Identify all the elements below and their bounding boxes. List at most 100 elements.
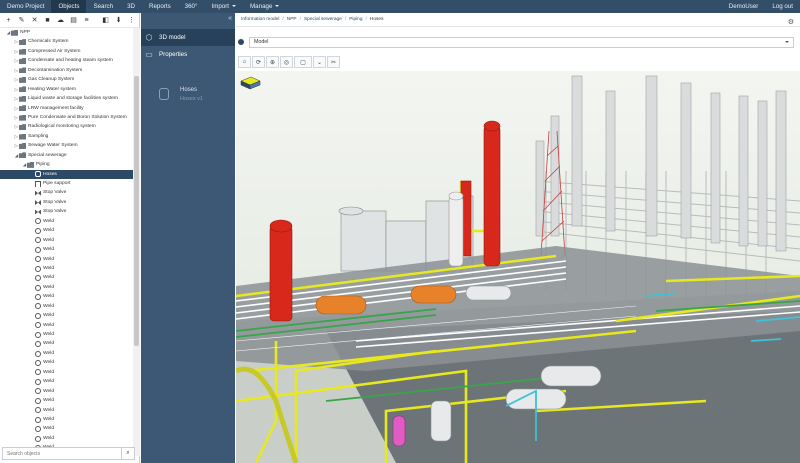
- orbit-icon[interactable]: ⟳: [252, 56, 265, 68]
- panel-icon[interactable]: ◧: [100, 15, 111, 26]
- nav-manage[interactable]: Manage: [243, 0, 286, 13]
- tree-row[interactable]: Weld: [0, 226, 133, 235]
- search-icon[interactable]: ⌕: [121, 448, 134, 459]
- breadcrumb-item[interactable]: NPP: [287, 17, 297, 22]
- tree-row[interactable]: ▷ Sewage Water System: [0, 141, 133, 150]
- tree-row[interactable]: Weld: [0, 245, 133, 254]
- more-icon[interactable]: ⋮: [126, 15, 137, 26]
- tree-row[interactable]: ▷ Gas Cleanup System: [0, 75, 133, 84]
- chevron-down-icon[interactable]: ⌄: [313, 56, 326, 68]
- tree-scrollbar[interactable]: [133, 28, 140, 456]
- tab-properties[interactable]: ▭ Properties: [141, 46, 235, 63]
- list-icon[interactable]: ≡: [81, 15, 92, 26]
- tree-row[interactable]: Weld: [0, 406, 133, 415]
- tree-row[interactable]: ▷ Liquid waste and storage facilities sys…: [0, 94, 133, 103]
- tab-3d-model[interactable]: ⬡ 3D model: [141, 29, 235, 46]
- document-icon[interactable]: ▤: [68, 15, 79, 26]
- lock-icon[interactable]: ■: [42, 15, 53, 26]
- tree-row[interactable]: ▷ Sampling: [0, 132, 133, 141]
- 3d-viewport[interactable]: [236, 71, 800, 463]
- tree-row[interactable]: Weld: [0, 283, 133, 292]
- tree-row-piping[interactable]: ◢ Piping: [0, 160, 133, 169]
- tree-row[interactable]: Weld: [0, 330, 133, 339]
- chevron-right-icon[interactable]: ▷: [14, 56, 19, 65]
- tree-row[interactable]: Weld: [0, 236, 133, 245]
- chevron-right-icon[interactable]: ▷: [14, 37, 19, 46]
- tree-row-npp[interactable]: ◢ NPP: [0, 28, 133, 37]
- nav-search[interactable]: Search: [86, 0, 120, 13]
- chevron-right-icon[interactable]: ▷: [14, 104, 19, 113]
- chevron-right-icon[interactable]: ▷: [14, 141, 19, 150]
- tree-row[interactable]: ▷ LRW management facility: [0, 104, 133, 113]
- tree-row[interactable]: Weld: [0, 387, 133, 396]
- tree-row[interactable]: Weld: [0, 415, 133, 424]
- chevron-right-icon[interactable]: ▷: [14, 113, 19, 122]
- nav-360[interactable]: 360°: [178, 0, 205, 13]
- pencil-icon[interactable]: ✎: [16, 15, 27, 26]
- settings-icon[interactable]: ⚙: [788, 18, 794, 26]
- object-chip[interactable]: Hoses Hoses v1: [159, 85, 219, 107]
- tree-row[interactable]: Weld: [0, 217, 133, 226]
- tree-row[interactable]: ▷ Pure Condensate and Boron Solution Syst…: [0, 113, 133, 122]
- tree-row-special-sewerage[interactable]: ◢ Special sewerage: [0, 151, 133, 160]
- chevron-right-icon[interactable]: ▷: [14, 132, 19, 141]
- tree-row[interactable]: ▷ Radiological monitoring system: [0, 122, 133, 131]
- pin-icon[interactable]: ✂: [327, 56, 340, 68]
- nav-reports[interactable]: Reports: [142, 0, 178, 13]
- chevron-right-icon[interactable]: ▷: [14, 47, 19, 56]
- tree-row[interactable]: Stop Valve: [0, 198, 133, 207]
- close-icon[interactable]: ✕: [29, 15, 40, 26]
- breadcrumb-item[interactable]: Piping: [349, 17, 362, 22]
- tree-row[interactable]: Weld: [0, 292, 133, 301]
- sort-down-icon[interactable]: ⬇: [113, 15, 124, 26]
- tree-row[interactable]: Weld: [0, 273, 133, 282]
- tree-row[interactable]: ▷ Heating Water system: [0, 85, 133, 94]
- plus-icon[interactable]: +: [3, 15, 14, 26]
- chevron-right-icon[interactable]: ▷: [14, 94, 19, 103]
- breadcrumb-item[interactable]: Special sewerage: [304, 17, 342, 22]
- nav-3d[interactable]: 3D: [120, 0, 142, 13]
- chevron-right-icon[interactable]: ▷: [14, 66, 19, 75]
- tree-row[interactable]: ▷ Decontamination System: [0, 66, 133, 75]
- nav-demo-project[interactable]: Demo Project: [0, 0, 51, 13]
- tree-row[interactable]: Weld: [0, 396, 133, 405]
- tree-row[interactable]: Weld: [0, 264, 133, 273]
- tree-row[interactable]: Weld: [0, 321, 133, 330]
- tree-row[interactable]: ▷ Compressed Air System: [0, 47, 133, 56]
- tree-row[interactable]: Weld: [0, 311, 133, 320]
- tree-row[interactable]: Weld: [0, 358, 133, 367]
- logout-link[interactable]: Log out: [765, 0, 800, 13]
- chevron-right-icon[interactable]: ▷: [14, 85, 19, 94]
- chevron-right-icon[interactable]: ▷: [14, 75, 19, 84]
- collapse-icon[interactable]: «: [228, 15, 232, 22]
- target-icon[interactable]: ◎: [280, 56, 293, 68]
- scrollbar-thumb[interactable]: [134, 76, 139, 346]
- cloud-upload-icon[interactable]: ☁: [55, 15, 66, 26]
- tree-row[interactable]: ▷ Chemicals System: [0, 37, 133, 46]
- tree-row-hoses[interactable]: Hoses: [0, 169, 133, 179]
- tree-row[interactable]: Stop Valve: [0, 188, 133, 197]
- chevron-down-icon[interactable]: ◢: [14, 151, 19, 160]
- zoom-fit-icon[interactable]: ⊕: [266, 56, 279, 68]
- tree-row[interactable]: Weld: [0, 349, 133, 358]
- tree-row[interactable]: Weld: [0, 377, 133, 386]
- tree-row[interactable]: Weld: [0, 424, 133, 433]
- chevron-down-icon[interactable]: ◢: [22, 160, 27, 169]
- tree-row[interactable]: Weld: [0, 302, 133, 311]
- layers-icon[interactable]: ▢: [294, 56, 312, 68]
- chevron-right-icon[interactable]: ▷: [14, 122, 19, 131]
- user-name[interactable]: DemoUser: [722, 0, 766, 13]
- model-select[interactable]: Model: [249, 36, 794, 48]
- home-view-icon[interactable]: ⌂: [238, 56, 251, 68]
- nav-objects[interactable]: Objects: [51, 0, 87, 13]
- nav-import[interactable]: Import: [204, 0, 243, 13]
- tree-row[interactable]: Stop Valve: [0, 207, 133, 216]
- search-input[interactable]: [3, 450, 121, 457]
- tree-row[interactable]: Weld: [0, 368, 133, 377]
- tree-row[interactable]: Weld: [0, 434, 133, 443]
- tree-row[interactable]: ▷ Condensate and heating steam system: [0, 56, 133, 65]
- breadcrumb-item[interactable]: Information model: [241, 17, 279, 22]
- chevron-down-icon[interactable]: ◢: [6, 28, 11, 37]
- tree-row[interactable]: Weld: [0, 339, 133, 348]
- tree-row[interactable]: Pipe support: [0, 179, 133, 188]
